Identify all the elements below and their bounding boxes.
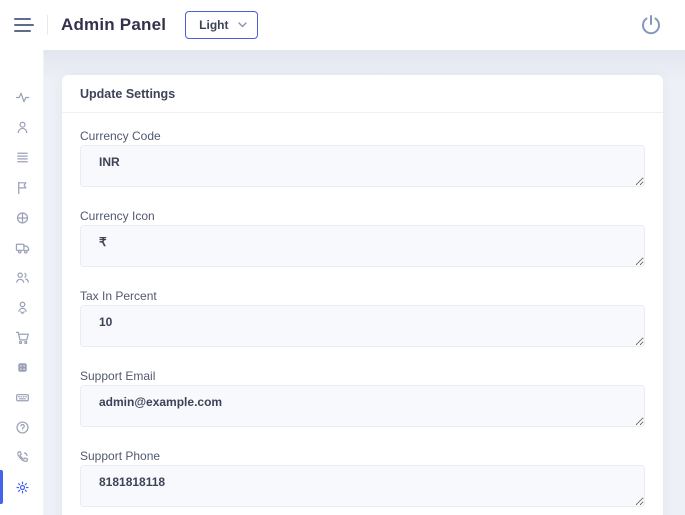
phone-icon — [15, 450, 30, 465]
customer-icon — [15, 300, 30, 315]
form-field: Currency Icon ₹ — [80, 209, 645, 272]
field-textarea[interactable]: 10 — [80, 305, 645, 347]
main-content: Update Settings Currency CodeINRCurrency… — [44, 50, 685, 515]
card-title: Update Settings — [80, 87, 175, 101]
field-label: Currency Code — [80, 129, 645, 143]
field-label: Support Phone — [80, 449, 645, 463]
page-title: Admin Panel — [61, 15, 166, 35]
sidebar-item-users[interactable] — [0, 262, 44, 292]
sidebar-item-keyboard[interactable] — [0, 382, 44, 412]
sidebar-item-activity[interactable] — [0, 82, 44, 112]
update-settings-card: Update Settings Currency CodeINRCurrency… — [62, 75, 663, 515]
user-icon — [15, 120, 30, 135]
sidebar-item-user[interactable] — [0, 112, 44, 142]
field-label: Tax In Percent — [80, 289, 645, 303]
gift-icon — [15, 210, 30, 225]
sidebar-item-help[interactable] — [0, 412, 44, 442]
sidebar-item-cart[interactable] — [0, 322, 44, 352]
form-field: Currency Code INR — [80, 129, 645, 192]
truck-icon — [15, 240, 30, 255]
field-label: Currency Icon — [80, 209, 645, 223]
form-field: Support Phone 8181818118 — [80, 449, 645, 512]
sidebar-item-settings[interactable] — [0, 472, 44, 502]
sidebar-item-flag[interactable] — [0, 172, 44, 202]
sidebar-item-truck[interactable] — [0, 232, 44, 262]
sidebar — [0, 50, 44, 515]
sidebar-item-gift[interactable] — [0, 202, 44, 232]
form-field: Tax In Percent 10 — [80, 289, 645, 352]
package-icon — [15, 360, 30, 375]
power-icon — [639, 13, 663, 37]
header: Admin Panel Light — [0, 0, 685, 50]
flag-icon — [15, 180, 30, 195]
sidebar-item-customer[interactable] — [0, 292, 44, 322]
field-textarea[interactable]: 8181818118 — [80, 465, 645, 507]
cart-icon — [15, 330, 30, 345]
hamburger-icon[interactable] — [14, 18, 34, 32]
help-icon — [15, 420, 30, 435]
list-icon — [15, 150, 30, 165]
form-field: Support Email admin@example.com — [80, 369, 645, 432]
sidebar-item-list[interactable] — [0, 142, 44, 172]
field-label: Support Email — [80, 369, 645, 383]
settings-form: Currency Code INR Currency Icon ₹ Tax In Per… — [62, 113, 663, 515]
field-textarea[interactable]: admin@example.com — [80, 385, 645, 427]
theme-dropdown-value: Light — [199, 18, 228, 32]
power-button[interactable] — [637, 11, 665, 39]
field-textarea[interactable]: INR — [80, 145, 645, 187]
sidebar-item-phone[interactable] — [0, 442, 44, 472]
settings-icon — [15, 480, 30, 495]
card-header: Update Settings — [62, 75, 663, 113]
sidebar-item-package[interactable] — [0, 352, 44, 382]
keyboard-icon — [15, 390, 30, 405]
header-divider — [47, 15, 48, 35]
users-icon — [15, 270, 30, 285]
admin-panel-app: Admin Panel Light Update Settings Curren… — [0, 0, 685, 515]
chevron-down-icon — [238, 22, 247, 28]
field-textarea[interactable]: ₹ — [80, 225, 645, 267]
activity-icon — [15, 90, 30, 105]
theme-dropdown[interactable]: Light — [185, 11, 257, 39]
